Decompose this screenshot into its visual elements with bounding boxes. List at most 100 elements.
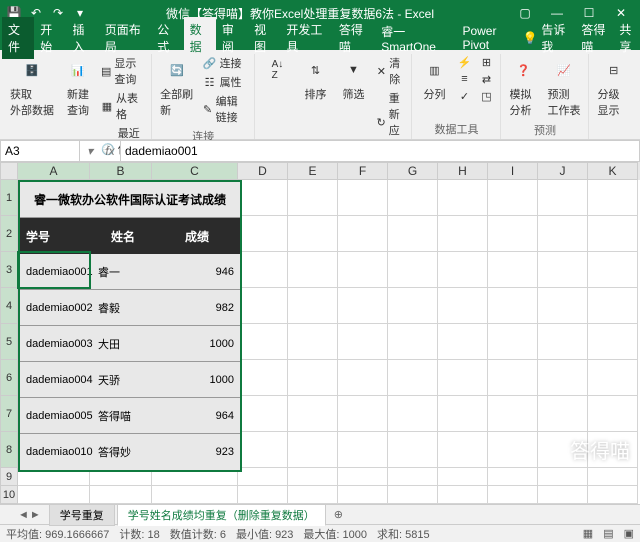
table-row[interactable]: dademiao001睿一946 [20,254,240,290]
menu-home[interactable]: 开始 [34,17,66,59]
row-header[interactable]: 2 [0,216,18,252]
sort-button[interactable]: ⇅排序 [297,54,333,104]
menu-file[interactable]: 文件 [2,17,34,59]
show-queries-button[interactable]: ▤显示查询 [98,54,147,88]
col-header[interactable]: E [288,162,338,180]
row-header[interactable]: 9 [0,468,18,486]
col-header[interactable]: H [438,162,488,180]
cell-id[interactable]: dademiao001 [20,254,92,289]
sort-az-button[interactable]: A↓Z [259,54,295,86]
col-header[interactable]: B [90,162,152,180]
cell-score[interactable]: 946 [154,254,240,289]
refresh-all-button[interactable]: 🔄全部刷新 [156,54,197,120]
whatif-button[interactable]: ❓模拟分析 [505,54,541,120]
cell-name[interactable]: 答得喵 [92,398,154,433]
new-query-button[interactable]: 📊新建 查询 [60,54,96,120]
cell-name[interactable]: 睿毅 [92,290,154,325]
add-sheet-icon[interactable]: ⊕ [328,508,349,521]
col-header[interactable]: A [18,162,90,180]
edit-links-button[interactable]: ✎编辑链接 [200,92,251,126]
consolidate-button[interactable]: ⊞ [476,54,496,70]
table-row[interactable]: dademiao010答得妙923 [20,434,240,470]
outline-button[interactable]: ⊟分级显示 [593,54,634,120]
menu-smartone[interactable]: 睿一 SmartOne [375,19,456,58]
row-header[interactable]: 5 [0,324,18,360]
col-header[interactable]: C [152,162,238,180]
fx-icon[interactable]: fx [100,141,120,161]
connections-button[interactable]: 🔗连接 [200,54,251,72]
tellme-icon[interactable]: 💡 [522,31,537,45]
row-header[interactable]: 8 [0,432,18,468]
datamodel-button[interactable]: ◳ [476,88,496,104]
menu-layout[interactable]: 页面布局 [99,17,152,59]
from-table-button[interactable]: ▦从表格 [98,89,147,123]
cell-name[interactable]: 睿一 [92,254,154,289]
row-header[interactable]: 10 [0,486,18,504]
fx-dropdown-icon[interactable]: ▾ [80,141,100,161]
share-button[interactable]: 共享 [619,21,638,55]
sheet-tab[interactable]: 学号重复 [49,504,115,526]
properties-button[interactable]: ☷属性 [200,73,251,91]
view-layout-icon[interactable]: ▤ [603,527,613,540]
cell-id[interactable]: dademiao010 [20,434,92,470]
menu-dademiao[interactable]: 答得喵 [333,17,375,59]
remove-dup-button[interactable]: ≡ [454,71,474,87]
col-header[interactable]: G [388,162,438,180]
row-header[interactable]: 4 [0,288,18,324]
cell-score[interactable]: 923 [154,434,240,470]
menu-data[interactable]: 数据 [184,17,216,59]
forecast-sheet-button[interactable]: 📈预测 工作表 [543,54,584,120]
minimize-icon[interactable]: ― [542,3,572,23]
cell-id[interactable]: dademiao003 [20,326,92,361]
col-header[interactable]: D [238,162,288,180]
tellme-label[interactable]: 告诉我 [541,21,569,55]
menu-review[interactable]: 审阅 [216,17,248,59]
menu-formulas[interactable]: 公式 [151,17,183,59]
formula-input[interactable] [121,140,640,162]
view-normal-icon[interactable]: ▦ [583,527,593,540]
tab-prev-icon[interactable]: ◄ [18,509,29,521]
cell-id[interactable]: dademiao004 [20,362,92,397]
cell-score[interactable]: 982 [154,290,240,325]
filter-button[interactable]: ▼筛选 [335,54,371,104]
col-header[interactable]: J [538,162,588,180]
maximize-icon[interactable]: ☐ [574,3,604,23]
col-header[interactable]: I [488,162,538,180]
row-header[interactable]: 7 [0,396,18,432]
close-icon[interactable]: ✕ [606,3,636,23]
menu-powerpivot[interactable]: Power Pivot [456,20,522,56]
flash-fill-button[interactable]: ⚡ [454,54,474,70]
table-row[interactable]: dademiao002睿毅982 [20,290,240,326]
cell-score[interactable]: 1000 [154,326,240,361]
menu-insert[interactable]: 插入 [67,17,99,59]
get-external-data-button[interactable]: 🗄️获取 外部数据 [6,54,58,120]
table-row[interactable]: dademiao005答得喵964 [20,398,240,434]
cell-name[interactable]: 天骄 [92,362,154,397]
cell-score[interactable]: 1000 [154,362,240,397]
cell-id[interactable]: dademiao005 [20,398,92,433]
account-label[interactable]: 答得喵 [581,21,609,55]
menu-view[interactable]: 视图 [248,17,280,59]
col-header[interactable]: K [588,162,638,180]
cell-score[interactable]: 964 [154,398,240,433]
cell-name[interactable]: 答得妙 [92,434,154,470]
select-all-corner[interactable] [0,162,18,180]
menu-developer[interactable]: 开发工具 [280,17,333,59]
tab-next-icon[interactable]: ► [30,509,41,521]
name-box[interactable]: A3 [0,140,80,162]
view-break-icon[interactable]: ▣ [624,527,634,540]
cell-name[interactable]: 大田 [92,326,154,361]
relationships-button[interactable]: ⇄ [476,71,496,87]
table-row[interactable]: dademiao004天骄1000 [20,362,240,398]
col-header[interactable]: F [338,162,388,180]
row-header[interactable]: 6 [0,360,18,396]
sheet-tab-active[interactable]: 学号姓名成绩均重复（删除重复数据） [117,504,326,526]
row-header[interactable]: 1 [0,180,18,216]
table-row[interactable]: dademiao003大田1000 [20,326,240,362]
text-to-columns-button[interactable]: ▥分列 [416,54,452,104]
clear-filter-button[interactable]: ✕清除 [373,54,407,88]
cell-id[interactable]: dademiao002 [20,290,92,325]
row-header[interactable]: 3 [0,252,18,288]
validation-button[interactable]: ✓ [454,88,474,104]
cell-grid[interactable]: 睿一微软办公软件国际认证考试成绩 学号 姓名 成绩 dademiao001睿一9… [18,180,638,504]
